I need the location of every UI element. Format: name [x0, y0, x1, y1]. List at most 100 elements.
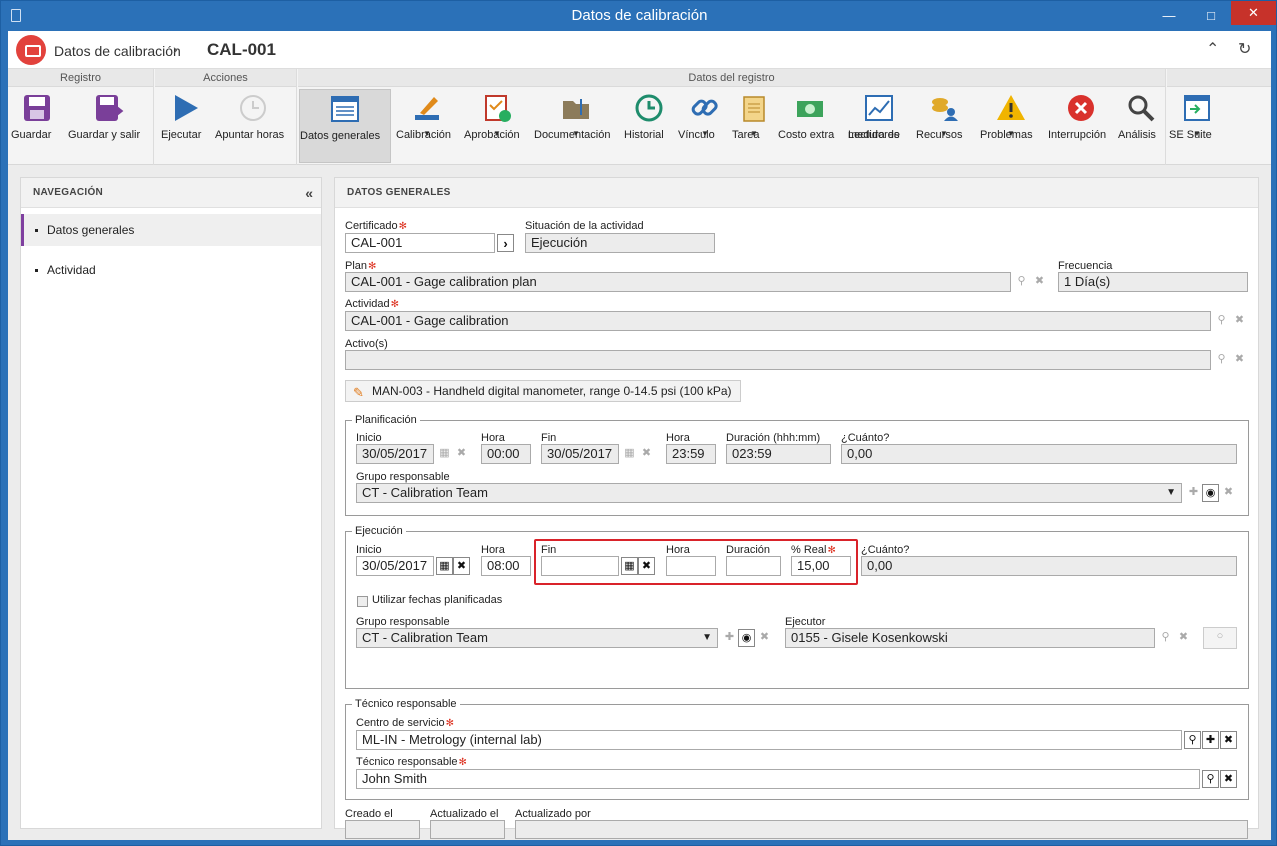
- general-data-button[interactable]: Datos generales: [299, 89, 391, 163]
- required-icon: ✻: [390, 299, 400, 310]
- problems-button[interactable]: Problemas ▼: [980, 89, 1042, 163]
- save-button[interactable]: Guardar: [11, 89, 63, 163]
- exec-hour-label: Hora: [481, 544, 505, 556]
- resources-button[interactable]: Recursos ▼: [916, 89, 972, 163]
- nav-item-datos-generales[interactable]: Datos generales: [21, 214, 321, 246]
- binoculars-icon[interactable]: ◉: [1202, 484, 1219, 502]
- use-planned-dates-checkbox[interactable]: [357, 596, 368, 607]
- interruption-button[interactable]: Interrupción: [1048, 89, 1114, 163]
- extra-cost-button[interactable]: Costo extra: [778, 89, 842, 163]
- search-icon[interactable]: ⚲: [1013, 273, 1030, 291]
- link-button[interactable]: Vínculo ▼: [678, 89, 732, 163]
- clear-icon[interactable]: ✖: [756, 629, 773, 647]
- calendar-icon[interactable]: ▦: [621, 557, 638, 575]
- save-and-exit-button[interactable]: Guardar y salir: [68, 89, 150, 163]
- clear-icon[interactable]: ✖: [453, 557, 470, 575]
- documentation-button[interactable]: Documentación ▼: [534, 89, 618, 163]
- clear-icon[interactable]: ✖: [453, 445, 470, 463]
- main-panel: DATOS GENERALES Certificado✻ CAL-001 › S…: [334, 177, 1259, 839]
- clear-icon[interactable]: ✖: [1220, 484, 1237, 502]
- meter-reading-button[interactable]: Lectura de medidores: [848, 89, 910, 163]
- clear-icon[interactable]: ✖: [638, 557, 655, 575]
- history-button[interactable]: Historial: [624, 89, 674, 163]
- required-icon: ✻: [827, 545, 836, 556]
- technician-field[interactable]: John Smith: [356, 769, 1200, 789]
- certificate-field[interactable]: CAL-001: [345, 233, 495, 253]
- section-title: DATOS GENERALES: [335, 178, 1258, 208]
- link-icon: [690, 93, 720, 123]
- required-icon: ✻: [398, 221, 407, 232]
- add-icon[interactable]: ✚: [721, 629, 738, 647]
- exec-group-select[interactable]: CT - Calibration Team ▼: [356, 628, 718, 648]
- service-center-label: Centro de servicio✻: [356, 717, 455, 729]
- bullet-icon: [35, 269, 38, 272]
- activity-field: CAL-001 - Gage calibration: [345, 311, 1211, 331]
- plan-start-field: 30/05/2017: [356, 444, 434, 464]
- clear-icon[interactable]: ✖: [1231, 312, 1248, 330]
- collapse-left-icon[interactable]: «: [305, 185, 313, 201]
- clear-icon[interactable]: ✖: [1220, 731, 1237, 749]
- search-icon[interactable]: ⚲: [1213, 312, 1230, 330]
- record-header: Datos de calibración › CAL-001 ⌃ ↻: [8, 31, 1271, 69]
- close-button[interactable]: ✕: [1231, 1, 1276, 25]
- collapse-up-icon[interactable]: ⌃: [1206, 39, 1219, 59]
- analysis-button[interactable]: Análisis: [1118, 89, 1164, 163]
- executor-label: Ejecutor: [785, 616, 826, 628]
- calendar-icon[interactable]: ▦: [436, 557, 453, 575]
- clear-icon[interactable]: ✖: [1220, 770, 1237, 788]
- clear-icon[interactable]: ✖: [1031, 273, 1048, 291]
- search-icon[interactable]: ⚲: [1213, 351, 1230, 369]
- lock-icon[interactable]: ○: [1203, 627, 1237, 649]
- plan-label: Plan✻: [345, 260, 377, 272]
- clear-icon[interactable]: ✖: [1175, 629, 1192, 647]
- frequency-label: Frecuencia: [1058, 260, 1113, 272]
- plan-how-much-label: ¿Cuánto?: [841, 432, 890, 444]
- maximize-button[interactable]: □: [1196, 1, 1226, 31]
- add-icon[interactable]: ✚: [1185, 484, 1202, 502]
- exec-duration-field[interactable]: [726, 556, 781, 576]
- plan-end-hour-field: 23:59: [666, 444, 716, 464]
- exec-real-field[interactable]: 15,00: [791, 556, 851, 576]
- minimize-button[interactable]: —: [1154, 1, 1184, 31]
- calibration-button[interactable]: Calibración ▼: [396, 89, 458, 163]
- exec-end-hour-field[interactable]: [666, 556, 716, 576]
- approval-button[interactable]: Aprobación ▼: [464, 89, 530, 163]
- plan-duration-label: Duración (hhh:mm): [726, 432, 821, 444]
- execution-legend: Ejecución: [355, 525, 403, 537]
- execute-button[interactable]: Ejecutar: [161, 89, 209, 163]
- asset-chip[interactable]: ✎ MAN-003 - Handheld digital manometer, …: [345, 380, 741, 402]
- chevron-right-icon: ›: [173, 41, 178, 57]
- pencil-ruler-icon: [412, 93, 442, 123]
- exec-start-field[interactable]: 30/05/2017: [356, 556, 434, 576]
- task-button[interactable]: Tarea ▼: [732, 89, 776, 163]
- dropdown-arrow-icon: ▼: [1166, 487, 1176, 498]
- required-icon: ✻: [368, 261, 377, 272]
- calendar-icon[interactable]: ▦: [621, 445, 638, 463]
- module-title: Datos de calibración: [54, 43, 181, 59]
- record-id: CAL-001: [207, 40, 276, 59]
- exec-end-field[interactable]: [541, 556, 619, 576]
- service-center-field[interactable]: ML-IN - Metrology (internal lab): [356, 730, 1182, 750]
- search-icon[interactable]: ⚲: [1202, 770, 1219, 788]
- refresh-icon[interactable]: ↻: [1238, 39, 1251, 59]
- nav-item-actividad[interactable]: Actividad: [21, 254, 321, 286]
- search-icon[interactable]: ⚲: [1157, 629, 1174, 647]
- arrow-right-icon[interactable]: ›: [497, 234, 514, 252]
- se-suite-button[interactable]: SE Suite ▼: [1169, 89, 1225, 163]
- search-icon[interactable]: ⚲: [1184, 731, 1201, 749]
- clipboard-icon: [739, 93, 769, 123]
- clear-icon[interactable]: ✖: [1231, 351, 1248, 369]
- log-hours-button[interactable]: Apuntar horas: [215, 89, 291, 163]
- ribbon-toolbar: Registro Guardar Guardar y salir Accione…: [8, 69, 1271, 165]
- exec-hour-field[interactable]: 08:00: [481, 556, 531, 576]
- planning-legend: Planificación: [355, 414, 417, 426]
- ribbon-group-registro: Registro Guardar Guardar y salir: [8, 69, 154, 165]
- add-icon[interactable]: ✚: [1202, 731, 1219, 749]
- clear-icon[interactable]: ✖: [638, 445, 655, 463]
- plan-end-field: 30/05/2017: [541, 444, 619, 464]
- calendar-icon[interactable]: ▦: [436, 445, 453, 463]
- binoculars-icon[interactable]: ◉: [738, 629, 755, 647]
- plan-group-select[interactable]: CT - Calibration Team ▼: [356, 483, 1182, 503]
- line-chart-icon: [864, 93, 894, 123]
- wrench-icon: ✎: [353, 385, 364, 400]
